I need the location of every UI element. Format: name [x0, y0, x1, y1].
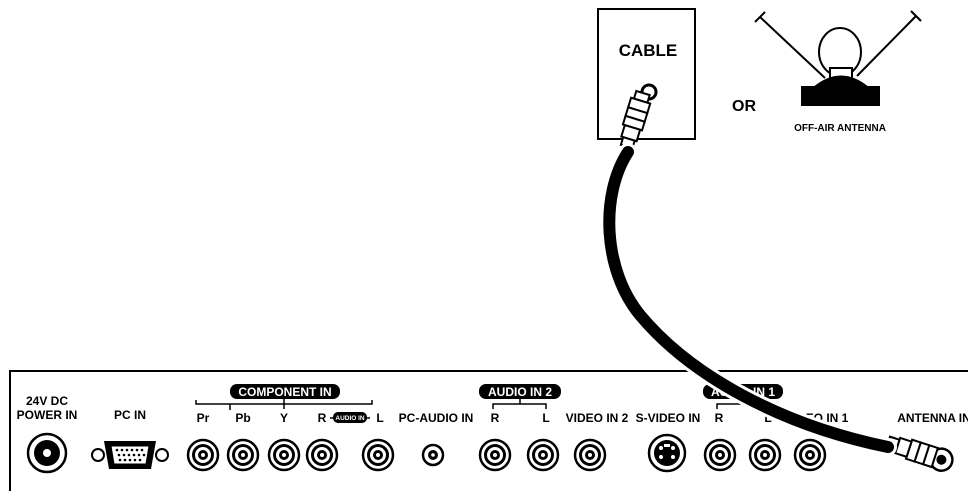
connection-diagram: CABLE OR OFF-AIR ANTENNA COMPONENT IN AU… — [9, 8, 968, 491]
or-label: OR — [732, 98, 756, 115]
component-l-label: L — [376, 411, 383, 425]
pc-audio-in-jack[interactable] — [421, 443, 445, 467]
audio2-l-jack[interactable] — [526, 438, 560, 472]
audio-in-2-badge: AUDIO IN 2 — [479, 384, 561, 399]
s-video-in-label: S-VIDEO IN — [636, 411, 701, 425]
video-in-2-label: VIDEO IN 2 — [566, 411, 629, 425]
y-label: Y — [280, 411, 288, 425]
antenna-in-label: ANTENNA IN — [897, 411, 968, 425]
pc-in-label: PC IN — [114, 408, 146, 422]
s-video-in-port[interactable] — [647, 433, 687, 473]
video-in-1-jack[interactable] — [793, 438, 827, 472]
audio2-l-label: L — [542, 411, 549, 425]
audio2-r-jack[interactable] — [478, 438, 512, 472]
y-jack[interactable] — [267, 438, 301, 472]
audio1-l-jack[interactable] — [748, 438, 782, 472]
audio1-r-jack[interactable] — [703, 438, 737, 472]
component-r-audio-jack[interactable] — [305, 438, 339, 472]
power-in-jack[interactable] — [26, 432, 68, 474]
component-r-label: R — [318, 411, 327, 425]
power-label-line2: POWER IN — [17, 408, 78, 422]
audio-in-2-label: AUDIO IN 2 — [488, 385, 552, 399]
component-in-badge: COMPONENT IN — [230, 384, 340, 399]
antenna-in-connector[interactable] — [885, 432, 956, 474]
cable-wall-outlet: CABLE — [597, 8, 696, 150]
cable-label: CABLE — [619, 41, 678, 60]
audio-in-small-badge: AUDIO IN — [330, 412, 370, 423]
pb-label: Pb — [235, 411, 250, 425]
off-air-antenna-icon — [754, 10, 922, 106]
audio2-r-label: R — [491, 411, 500, 425]
pb-jack[interactable] — [226, 438, 260, 472]
audio1-r-label: R — [715, 411, 724, 425]
power-label-line1: 24V DC — [26, 394, 68, 408]
off-air-antenna-label: OFF-AIR ANTENNA — [794, 123, 886, 134]
pr-jack[interactable] — [186, 438, 220, 472]
audio-in-small-label: AUDIO IN — [335, 415, 365, 422]
rca-jack-row — [186, 438, 827, 472]
video-in-2-jack[interactable] — [573, 438, 607, 472]
component-in-label: COMPONENT IN — [238, 385, 331, 399]
pr-label: Pr — [197, 411, 210, 425]
pc-audio-in-label: PC-AUDIO IN — [399, 411, 474, 425]
component-l-audio-jack[interactable] — [361, 438, 395, 472]
coax-cable — [600, 143, 897, 456]
pc-in-vga-port[interactable] — [91, 441, 169, 469]
